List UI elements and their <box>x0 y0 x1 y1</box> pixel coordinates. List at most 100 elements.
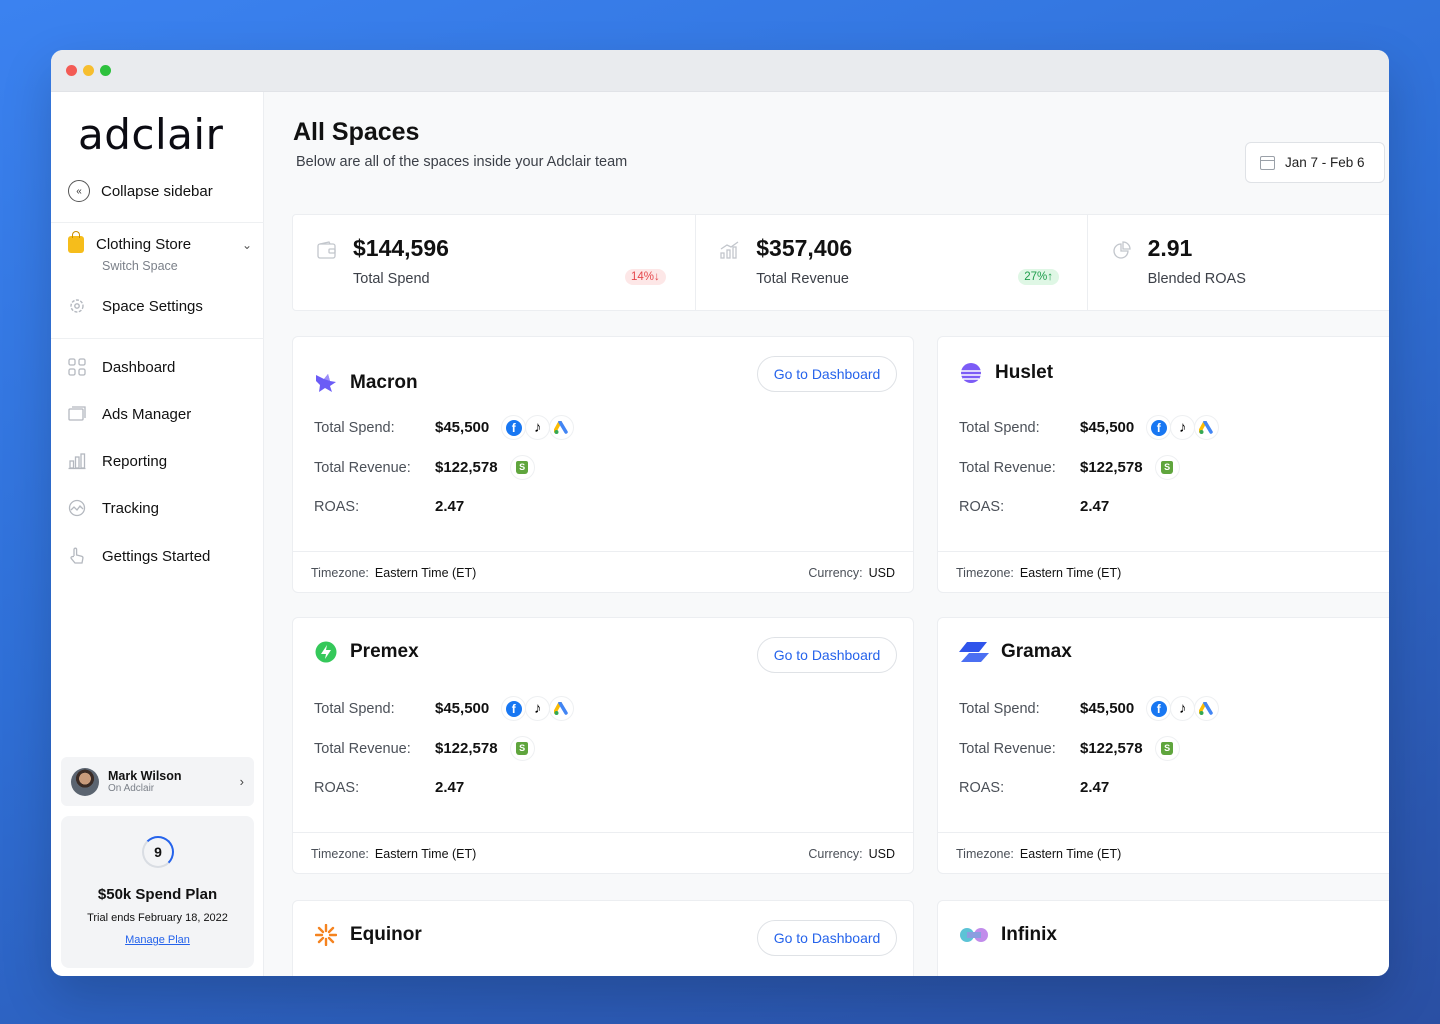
background-frame: adclair « Collapse sidebar Clothing Stor… <box>0 0 1440 1024</box>
trial-ends-text: Trial ends February 18, 2022 <box>87 912 228 924</box>
space-name: Premex <box>350 641 419 662</box>
chevron-down-icon: ⌄ <box>241 237 252 252</box>
trial-days-ring: 9 <box>142 836 174 868</box>
calendar-icon <box>1260 155 1275 170</box>
stat-label: Blended ROAS <box>1147 271 1246 287</box>
pie-chart-icon <box>1112 241 1132 259</box>
grid-icon <box>68 358 86 376</box>
sidebar-item-reporting[interactable]: Reporting <box>68 452 252 470</box>
shopify-icon: S <box>509 736 535 761</box>
timezone-label: Timezone: <box>311 846 369 861</box>
metric-value: $45,500 <box>435 700 490 717</box>
facebook-icon: f <box>501 696 527 721</box>
timezone-label: Timezone: <box>956 846 1014 861</box>
timezone-value: Eastern Time (ET) <box>374 846 477 861</box>
tiktok-icon: ♪ <box>525 415 551 440</box>
sidebar-item-label: Ads Manager <box>102 405 192 423</box>
user-profile-button[interactable]: Mark Wilson On Adclair › <box>61 757 254 806</box>
sidebar: adclair « Collapse sidebar Clothing Stor… <box>51 92 264 976</box>
go-to-dashboard-button[interactable]: Go to Dashboard <box>757 356 897 392</box>
tiktok-icon: ♪ <box>525 696 551 721</box>
stat-label: Total Revenue <box>756 271 849 287</box>
sidebar-item-label: Reporting <box>102 452 168 470</box>
metric-value: 2.47 <box>1080 498 1110 515</box>
gramax-logo-icon <box>959 640 989 664</box>
timezone-value: Eastern Time (ET) <box>1019 846 1122 861</box>
avatar <box>71 767 99 796</box>
close-window-icon[interactable] <box>66 65 77 76</box>
app-window: adclair « Collapse sidebar Clothing Stor… <box>51 50 1389 976</box>
metric-label: ROAS: <box>314 498 360 515</box>
metric-value: 2.47 <box>435 498 465 515</box>
space-name: Macron <box>350 372 418 393</box>
card-footer: Timezone: Eastern Time (ET) Currency: US… <box>293 551 913 592</box>
sidebar-item-tracking[interactable]: Tracking <box>68 499 252 517</box>
metric-label: Total Spend: <box>959 419 1040 436</box>
collapse-sidebar-label: Collapse sidebar <box>101 182 213 200</box>
facebook-icon: f <box>501 415 527 440</box>
facebook-icon: f <box>1146 696 1172 721</box>
stat-blended-roas: 2.91 Blended ROAS <box>1088 215 1389 310</box>
go-to-dashboard-button[interactable]: Go to Dashboard <box>757 920 897 956</box>
maximize-window-icon[interactable] <box>100 65 111 76</box>
space-card-huslet: Huslet Total Spend: $45,500 f ♪ Total Re… <box>937 336 1389 593</box>
card-footer: Timezone: Eastern Time (ET) <box>938 551 1389 592</box>
shopping-bag-icon <box>68 231 84 253</box>
timezone-value: Eastern Time (ET) <box>374 565 477 580</box>
metric-value: $45,500 <box>1080 419 1135 436</box>
metric-label: Total Revenue: <box>959 740 1056 757</box>
date-range-picker[interactable]: Jan 7 - Feb 6 <box>1245 142 1385 183</box>
google-ads-icon <box>1194 415 1220 440</box>
app-logo[interactable]: adclair <box>78 110 223 159</box>
divider <box>51 338 264 339</box>
collapse-sidebar-button[interactable]: « Collapse sidebar <box>68 180 213 202</box>
divider <box>51 222 264 223</box>
plan-card: 9 $50k Spend Plan Trial ends February 18… <box>61 816 254 968</box>
timezone-value: Eastern Time (ET) <box>1019 565 1122 580</box>
space-name: Infinix <box>1001 924 1057 945</box>
plan-title: $50k Spend Plan <box>97 886 218 903</box>
minimize-window-icon[interactable] <box>83 65 94 76</box>
chevron-right-icon: › <box>239 774 244 789</box>
metric-value: $45,500 <box>1080 700 1135 717</box>
tiktok-icon: ♪ <box>1170 415 1196 440</box>
go-to-dashboard-button[interactable]: Go to Dashboard <box>757 637 897 673</box>
shopify-icon: S <box>509 455 535 480</box>
card-footer: Timezone: Eastern Time (ET) Currency: US… <box>293 832 913 873</box>
space-name: Gramax <box>1001 641 1072 662</box>
metric-label: Total Spend: <box>314 419 395 436</box>
space-card-gramax: Gramax Total Spend: $45,500 f ♪ Total Re… <box>937 617 1389 874</box>
space-switcher[interactable]: Clothing Store ⌄ Switch Space <box>68 231 252 273</box>
page-title: All Spaces <box>293 118 420 146</box>
currency-label: Currency: <box>808 846 863 861</box>
shopify-icon: S <box>1154 455 1180 480</box>
space-card-premex: Premex Go to Dashboard Total Spend: $45,… <box>292 617 914 874</box>
sidebar-item-ads-manager[interactable]: Ads Manager <box>68 405 252 423</box>
sidebar-item-dashboard[interactable]: Dashboard <box>68 358 252 376</box>
sidebar-item-space-settings[interactable]: Space Settings <box>68 297 252 315</box>
google-ads-icon <box>549 696 575 721</box>
stat-total-revenue: $357,406 Total Revenue 27%↑ <box>696 215 1088 310</box>
timezone-label: Timezone: <box>956 565 1014 580</box>
metric-value: $122,578 <box>435 740 498 757</box>
metric-label: Total Spend: <box>314 700 395 717</box>
space-name: Equinor <box>350 924 422 945</box>
sidebar-item-label: Gettings Started <box>102 547 211 565</box>
main-content: All Spaces Below are all of the spaces i… <box>265 92 1389 976</box>
pointer-hand-icon <box>68 547 86 565</box>
huslet-logo-icon <box>959 361 983 385</box>
manage-plan-link[interactable]: Manage Plan <box>61 934 254 946</box>
metric-value: $45,500 <box>435 419 490 436</box>
sidebar-item-getting-started[interactable]: Gettings Started <box>68 547 252 565</box>
trend-badge-down: 14%↓ <box>625 269 666 285</box>
facebook-icon: f <box>1146 415 1172 440</box>
stat-total-spend: $144,596 Total Spend 14%↓ <box>293 215 697 310</box>
metric-label: ROAS: <box>314 779 360 796</box>
stat-value: $144,596 <box>353 235 449 261</box>
stat-value: $357,406 <box>756 235 853 261</box>
store-name: Clothing Store <box>96 236 192 253</box>
stats-bar: $144,596 Total Spend 14%↓ $357,406 Total… <box>292 214 1389 311</box>
stat-value: 2.91 <box>1147 235 1193 261</box>
metric-label: Total Spend: <box>959 700 1040 717</box>
space-card-macron: Macron Go to Dashboard Total Spend: $45,… <box>292 336 914 593</box>
